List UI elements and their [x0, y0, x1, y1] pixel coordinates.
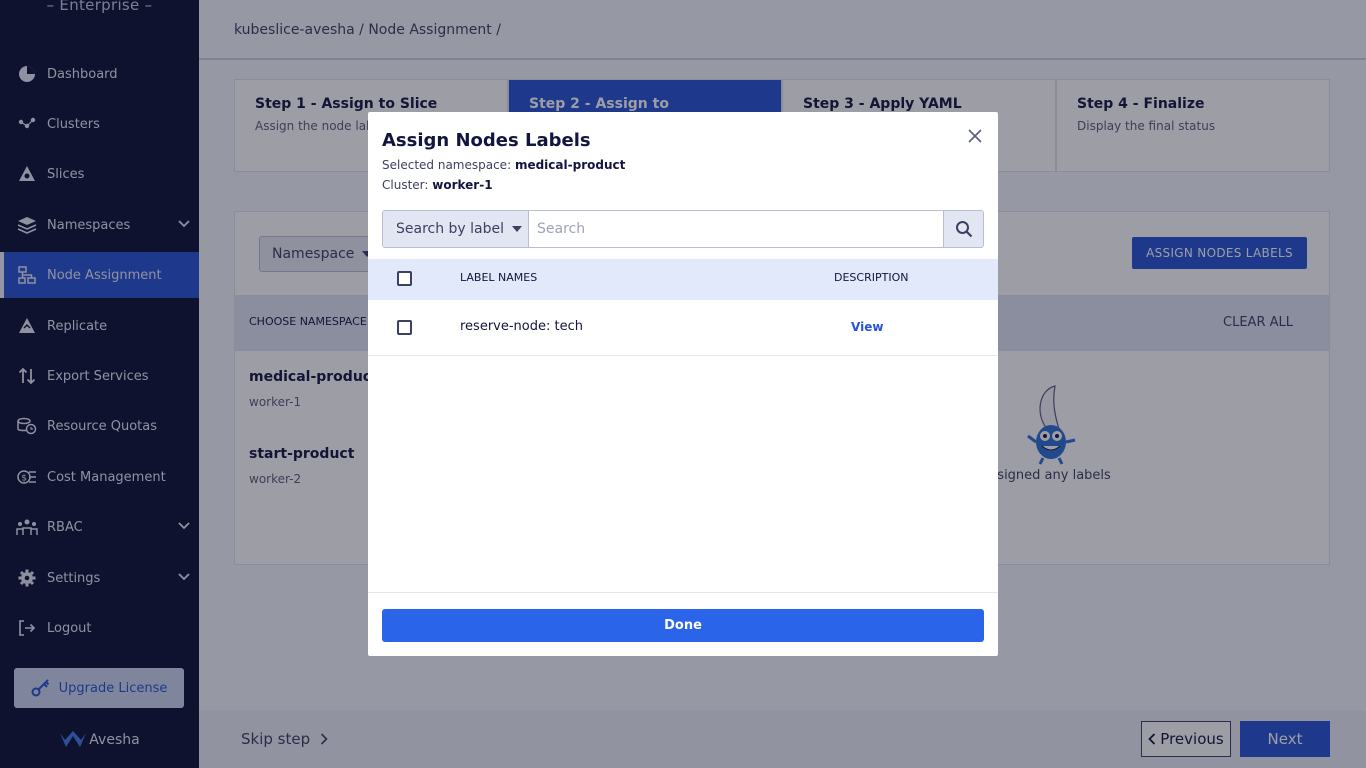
cluster-value: worker-1 — [432, 178, 493, 192]
column-description: DESCRIPTION — [834, 271, 909, 284]
selected-namespace-info: Selected namespace: medical-product — [382, 158, 625, 172]
labels-table-header: LABEL NAMES DESCRIPTION — [368, 259, 998, 300]
view-description-link[interactable]: View — [851, 320, 883, 334]
assign-nodes-labels-modal: Assign Nodes Labels Selected namespace: … — [368, 112, 998, 656]
close-button[interactable] — [968, 128, 982, 147]
close-icon — [968, 129, 982, 143]
row-checkbox[interactable] — [397, 320, 412, 335]
modal-title: Assign Nodes Labels — [382, 130, 591, 151]
table-row: reserve-node: tech View — [368, 300, 998, 356]
search-button[interactable] — [943, 211, 983, 247]
cluster-label: Cluster: — [382, 178, 429, 192]
search-by-label: Search by label — [396, 221, 505, 237]
caret-down-icon — [512, 226, 523, 232]
label-name: reserve-node: tech — [460, 319, 583, 334]
column-label-names: LABEL NAMES — [460, 271, 538, 284]
select-all-checkbox[interactable] — [397, 271, 412, 286]
search-icon — [955, 221, 972, 238]
selected-namespace-label: Selected namespace: — [382, 158, 512, 172]
cluster-info: Cluster: worker-1 — [382, 178, 493, 192]
search-input[interactable] — [529, 211, 943, 247]
search-by-dropdown[interactable]: Search by label — [383, 211, 529, 247]
search-bar: Search by label — [382, 210, 984, 248]
selected-namespace-value: medical-product — [514, 158, 626, 172]
modal-footer-divider — [368, 592, 998, 593]
done-button[interactable]: Done — [382, 609, 984, 642]
